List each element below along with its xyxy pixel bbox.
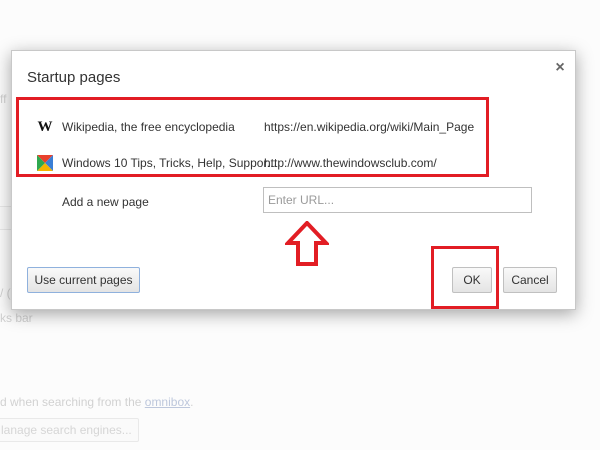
pages-highlight-box — [16, 97, 489, 177]
ok-highlight-box — [431, 246, 499, 309]
arrow-up-icon — [285, 221, 329, 266]
dialog-title: Startup pages — [27, 69, 121, 86]
close-icon[interactable]: × — [552, 60, 568, 76]
use-current-pages-button[interactable]: Use current pages — [27, 267, 140, 293]
add-page-label: Add a new page — [62, 195, 149, 209]
cancel-button[interactable]: Cancel — [503, 267, 557, 293]
url-input[interactable] — [263, 187, 532, 213]
